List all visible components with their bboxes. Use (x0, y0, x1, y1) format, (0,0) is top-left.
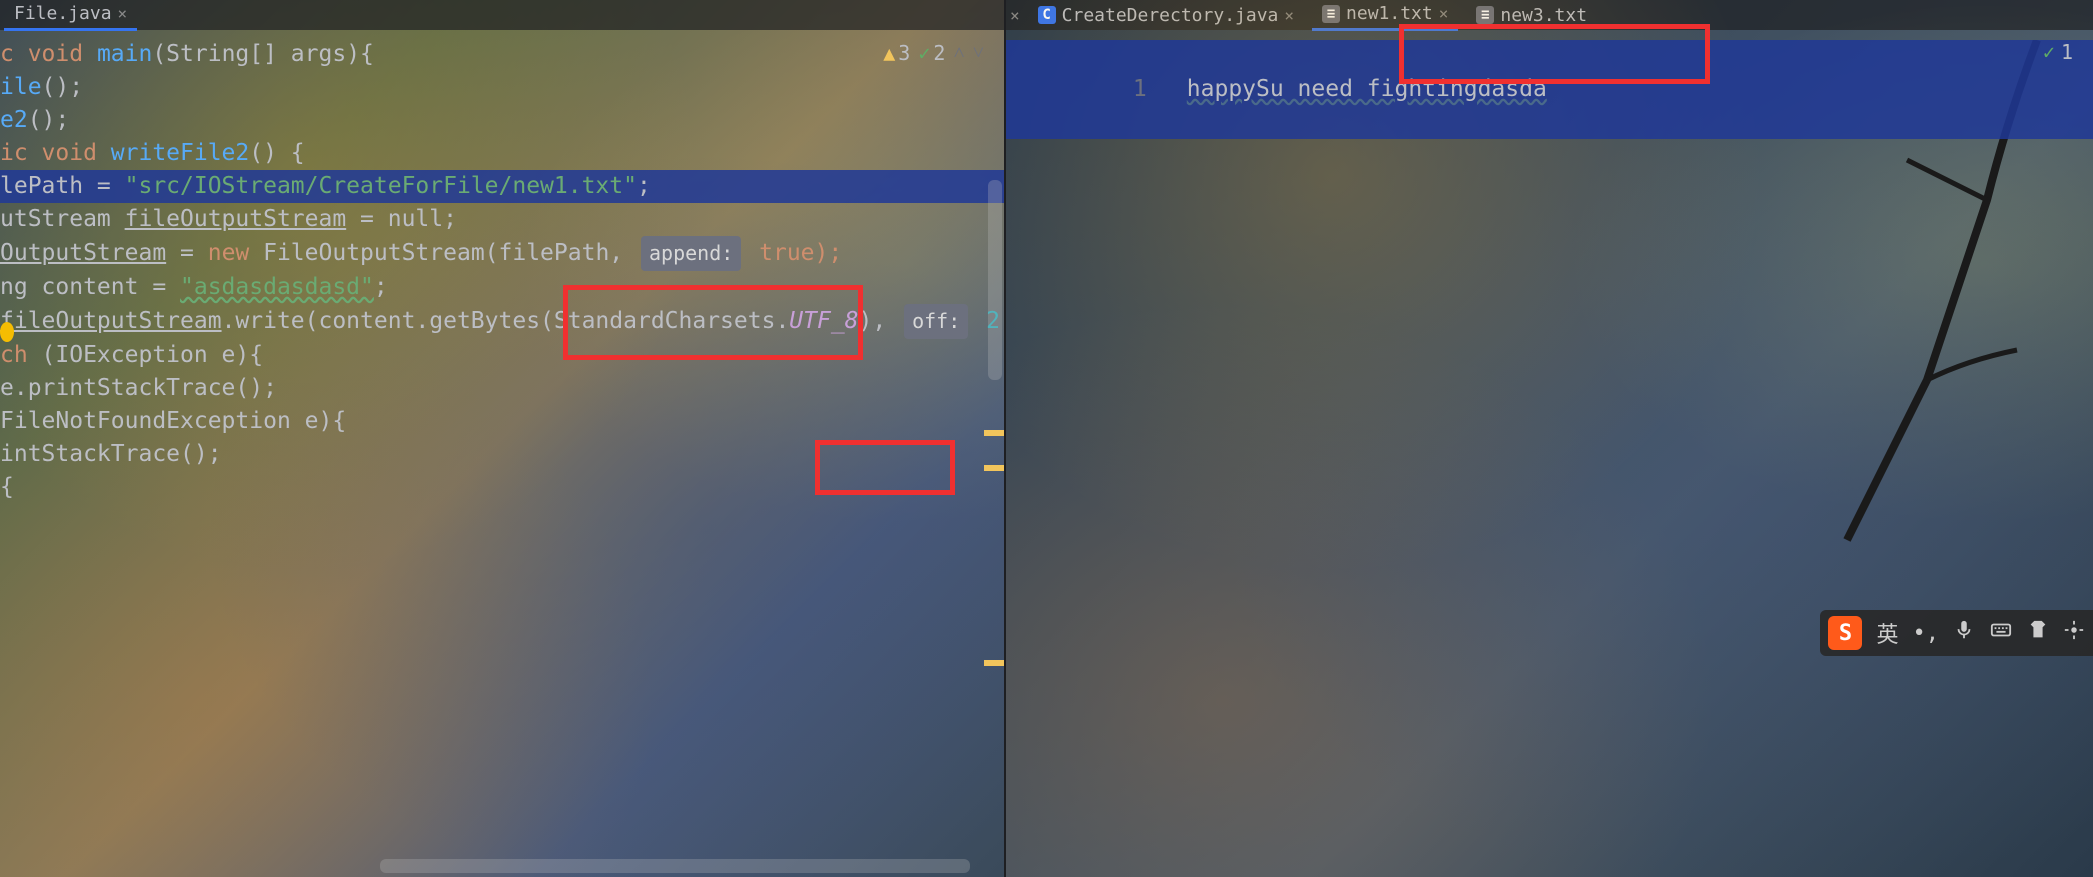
gutter-marker[interactable] (984, 465, 1004, 471)
tab-label: new3.txt (1500, 5, 1587, 26)
check-indicator[interactable]: ✓ 2 (918, 41, 945, 65)
file-content: happySu need fightingdasda (1187, 76, 1547, 102)
close-icon[interactable]: × (1284, 6, 1294, 25)
tab-new3-txt[interactable]: ≡ new3.txt (1466, 1, 1597, 30)
chevron-up-icon[interactable]: ˄ (953, 40, 964, 65)
textfile-icon: ≡ (1322, 5, 1340, 23)
param-hint-append: append: (641, 236, 741, 271)
ime-punct-icon[interactable]: •, (1913, 621, 1940, 646)
vertical-scrollbar[interactable] (988, 180, 1002, 380)
check-icon: ✓ (918, 41, 930, 65)
inspection-status: ▲ 3 ✓ 2 ˄ ˅ (883, 40, 984, 65)
horizontal-scrollbar[interactable] (380, 859, 970, 873)
check-icon: ✓ (2043, 40, 2055, 64)
warning-count: 3 (898, 41, 910, 65)
inspection-status-right: ✓ 1 (2043, 40, 2073, 64)
tab-createderectory[interactable]: C CreateDerectory.java × (1028, 1, 1304, 30)
chevron-down-icon[interactable]: ˅ (973, 40, 984, 65)
left-editor-pane: File.java × ▲ 3 ✓ 2 ˄ ˅ c void main(Stri… (0, 0, 1004, 877)
toolbox-icon[interactable] (2063, 619, 2085, 647)
ime-toolbar[interactable]: S 英 •, (1820, 610, 2093, 656)
check-count: 1 (2061, 40, 2073, 64)
tab-label: new1.txt (1346, 3, 1433, 24)
keyboard-icon[interactable] (1989, 619, 2013, 647)
skin-icon[interactable] (2027, 619, 2049, 647)
gutter-marker[interactable] (984, 660, 1004, 666)
code-text: lePath = (0, 173, 125, 199)
close-icon[interactable]: × (118, 4, 128, 23)
gutter-marker[interactable] (984, 430, 1004, 436)
right-editor-pane: × C CreateDerectory.java × ≡ new1.txt × … (1004, 0, 2093, 877)
left-tab-bar: File.java × (0, 0, 1004, 30)
tab-new1-txt[interactable]: ≡ new1.txt × (1312, 0, 1458, 31)
tab-label: CreateDerectory.java (1062, 5, 1279, 26)
tab-file-java[interactable]: File.java × (4, 0, 137, 31)
close-icon[interactable]: × (1010, 6, 1020, 25)
ime-lang-indicator[interactable]: 英 (1876, 617, 1898, 649)
lightbulb-icon[interactable] (0, 322, 14, 342)
close-icon[interactable]: × (1439, 4, 1449, 23)
string-literal: "src/IOStream/CreateForFile/new1.txt" (125, 173, 637, 199)
microphone-icon[interactable] (1953, 619, 1975, 647)
warning-icon: ▲ (883, 41, 895, 65)
code-editor[interactable]: c void main(String[] args){ ile(); e2();… (0, 30, 1004, 512)
sogou-logo-icon[interactable]: S (1828, 616, 1862, 650)
text-editor[interactable]: 1happySu need fightingdasda (1006, 30, 2093, 149)
line-number: 1 (1117, 73, 1187, 106)
right-tab-bar: × C CreateDerectory.java × ≡ new1.txt × … (1006, 0, 2093, 30)
param-hint-off: off: (904, 304, 968, 339)
class-icon: C (1038, 6, 1056, 24)
warning-indicator[interactable]: ▲ 3 (883, 41, 910, 65)
check-count: 2 (933, 41, 945, 65)
tab-label: File.java (14, 3, 112, 24)
textfile-icon: ≡ (1476, 6, 1494, 24)
